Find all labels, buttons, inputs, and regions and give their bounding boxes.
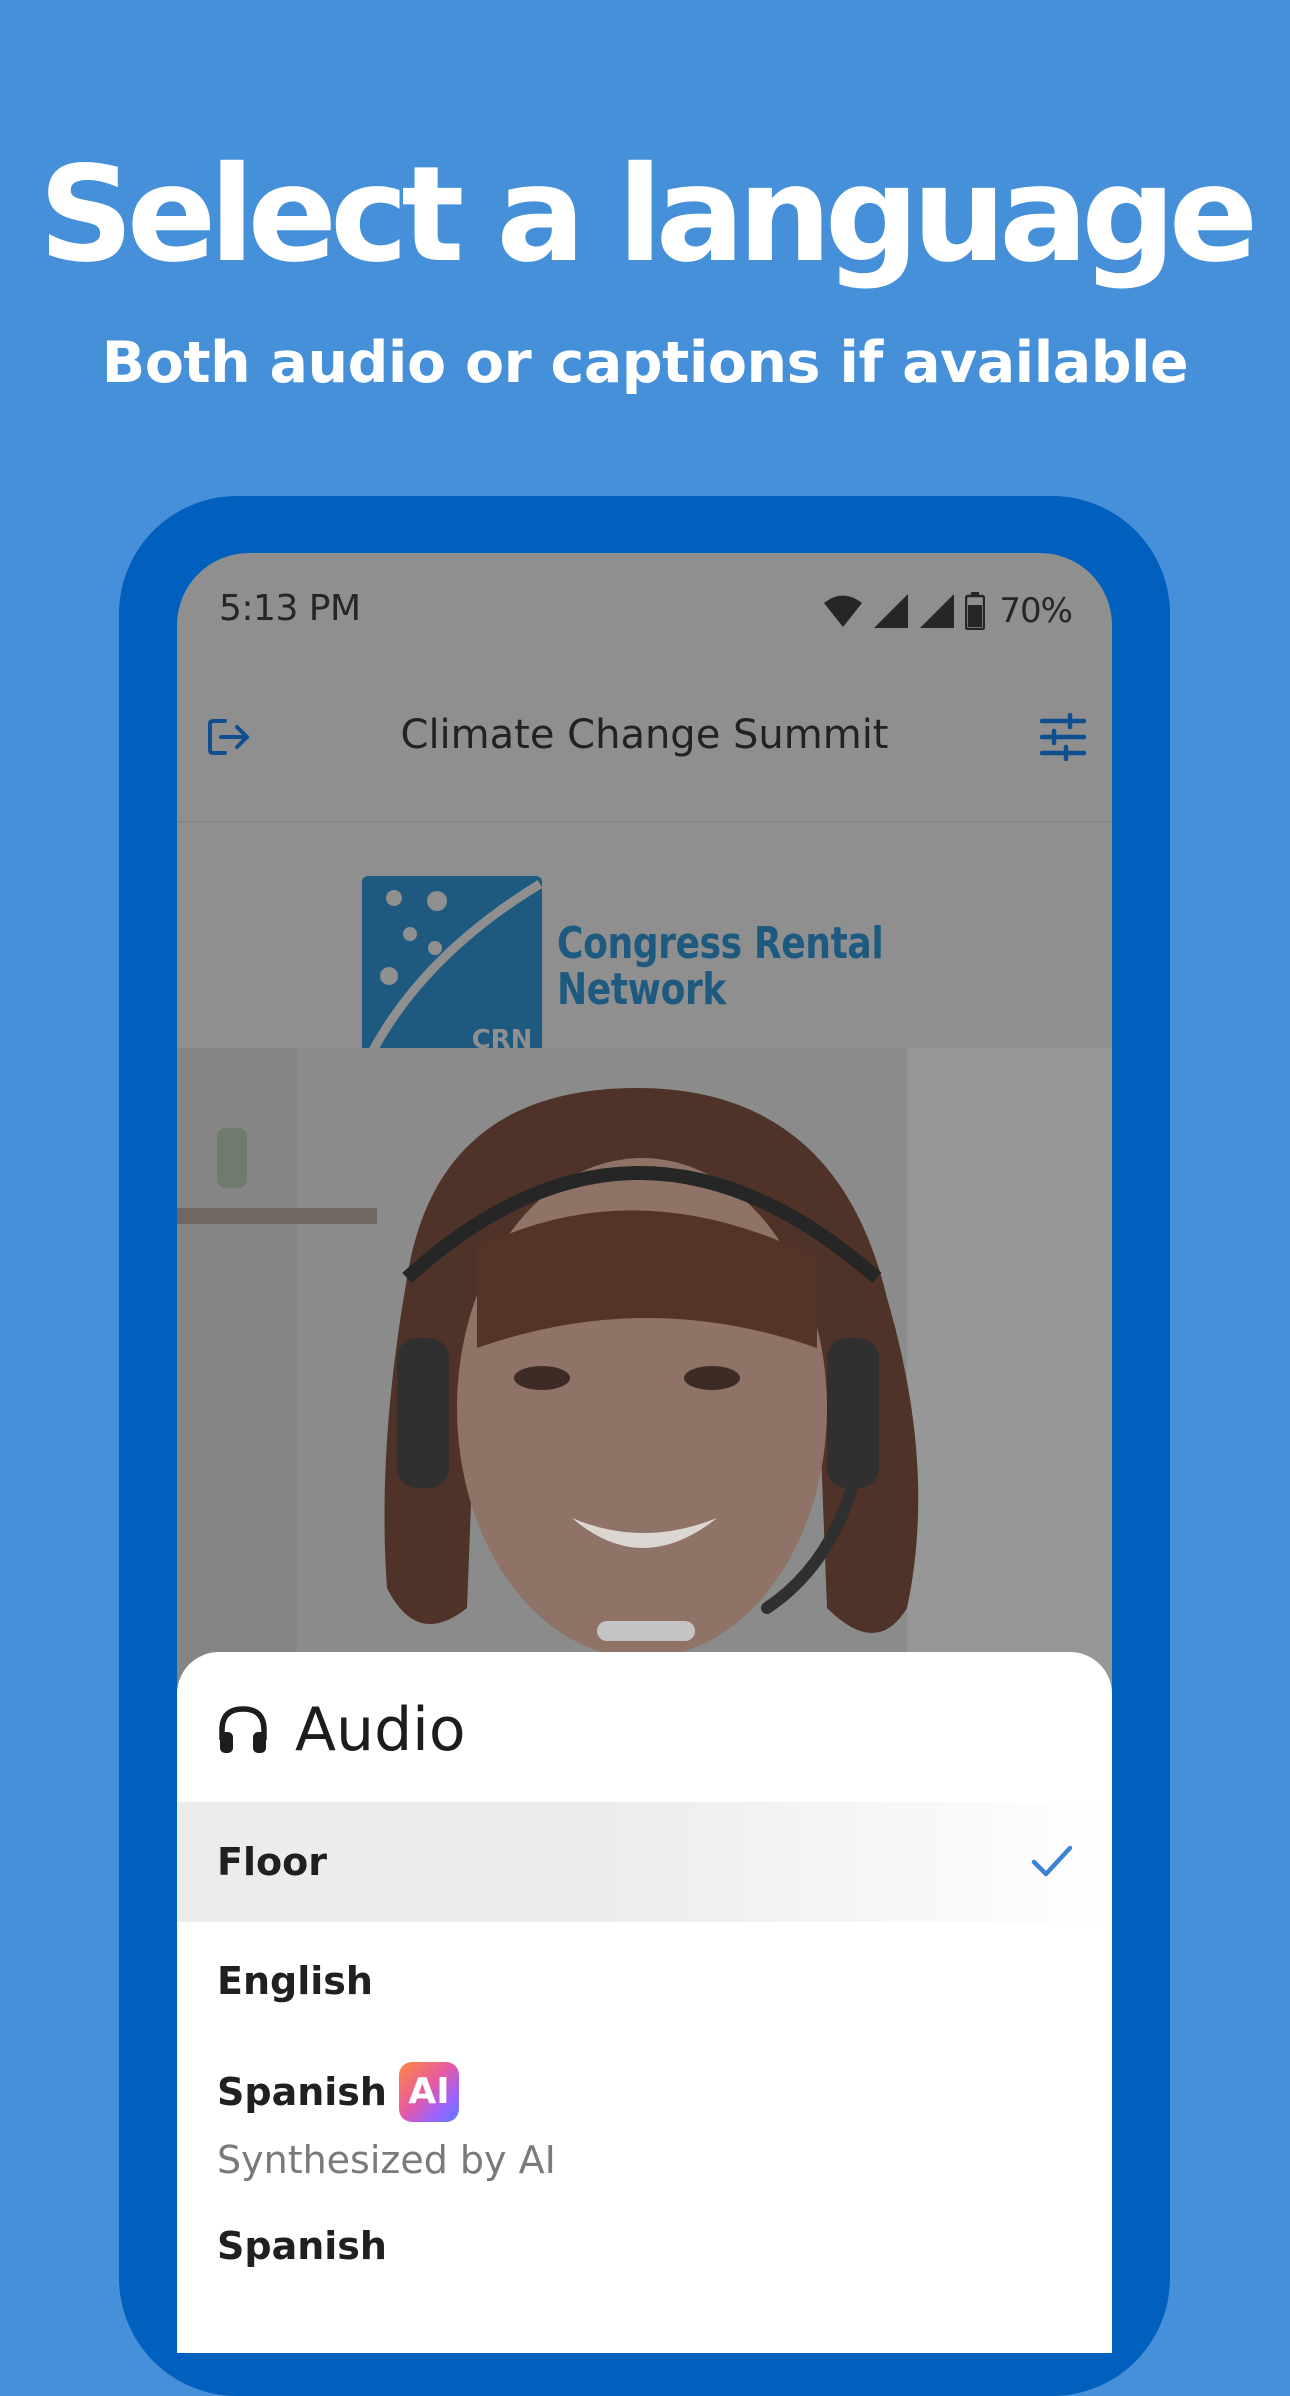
audio-option-english[interactable]: English [177,1922,1112,2042]
audio-option-spanish-ai[interactable]: Spanish AI Synthesized by AI [177,2042,1112,2222]
headphones-icon [219,1706,267,1753]
check-icon [1031,1845,1073,1877]
wifi-icon [824,595,863,627]
audio-bottom-sheet: Audio Floor English Spanish AI Synthesiz… [177,1652,1112,2353]
subheadline: Both audio or captions if available [101,330,1189,396]
option-label-row: Spanish AI [217,2062,459,2122]
audio-option-spanish[interactable]: Spanish [177,2222,1112,2342]
status-icons: 70% [823,589,1073,633]
sheet-header: Audio [217,1692,466,1768]
logo-line-1: Congress Rental [557,918,884,969]
app-bar: Climate Change Summit [177,671,1112,823]
option-label: Spanish [217,2070,387,2114]
tune-sliders-icon[interactable] [1038,713,1088,761]
headline: Select a language [38,138,1259,292]
audio-option-floor[interactable]: Floor [177,1802,1112,1922]
phone-screen: 5:13 PM 70% Climate Change Summit CRN Co… [177,553,1112,2353]
option-sublabel: Synthesized by AI [217,2138,556,2182]
cellular-signal-icon [874,594,909,628]
battery-icon [965,592,986,630]
sheet-drag-handle[interactable] [597,1621,695,1641]
battery-percent: 70% [999,591,1073,631]
exit-icon[interactable] [207,715,251,759]
app-title: Climate Change Summit [400,712,889,758]
sheet-title: Audio [295,1695,466,1765]
option-label: Spanish [217,2224,387,2268]
crn-logo-mark: CRN [362,876,542,1058]
cellular-signal-icon-2 [920,594,955,628]
status-time: 5:13 PM [219,588,361,629]
app-store-screenshot: { "headline": "Select a language", "subh… [0,0,1290,2396]
option-label: English [217,1959,373,2003]
logo-text: Congress Rental Network [557,918,884,1015]
ai-badge: AI [398,2062,459,2122]
option-label: Floor [217,1840,327,1884]
status-bar: 5:13 PM 70% [177,553,1112,671]
logo-line-2: Network [557,964,726,1015]
